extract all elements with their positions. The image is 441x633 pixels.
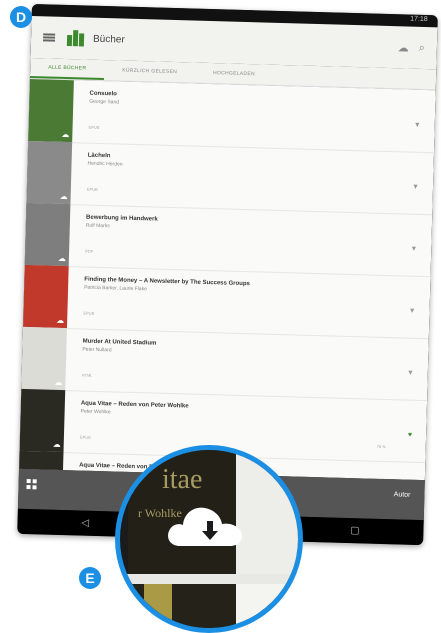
cloud-status-icon: ☁ (56, 315, 65, 326)
cloud-status-icon: ☁ (57, 253, 67, 264)
tab-uploaded[interactable]: HOCHGELADEN (195, 63, 273, 85)
back-icon[interactable]: ◁ (81, 518, 89, 529)
zoomed-cover-title: itae (162, 464, 203, 495)
book-format: PDF (85, 248, 94, 254)
book-cover[interactable]: ☁ (26, 140, 73, 205)
book-list: ☁ Consuelo George Sand EPUB ▼ ☁ Lächeln Hendric… (19, 78, 436, 481)
cloud-download-icon[interactable] (166, 504, 244, 548)
hamburger-icon[interactable] (42, 33, 56, 42)
book-cover[interactable]: ☁ (28, 78, 74, 143)
zoomed-next-cover-art (144, 584, 172, 628)
book-format: EPUB (86, 186, 98, 192)
book-author: Peter Nullard (82, 346, 112, 354)
sort-label[interactable]: Autor (394, 491, 411, 498)
zoomed-next-row-bg (236, 584, 298, 628)
grid-icon[interactable] (26, 479, 37, 490)
chevron-down-icon[interactable]: ▼ (407, 370, 414, 377)
app-title: Bücher (92, 33, 125, 46)
book-cover[interactable]: ☁ (24, 202, 71, 267)
search-icon[interactable]: ⌕ (419, 41, 426, 54)
marker-e: E (79, 567, 101, 589)
cloud-icon[interactable]: ☁ (398, 41, 409, 54)
book-cover[interactable]: ☁ (19, 388, 66, 453)
book-cover[interactable]: ☁ (22, 264, 69, 329)
book-author: Hendric Herden (87, 160, 123, 168)
cloud-status-icon: ☁ (61, 129, 70, 140)
book-title: Murder At United Stadium (82, 338, 157, 347)
tab-recently-read[interactable]: KÜRZLICH GELESEN (104, 60, 195, 83)
book-title: Consuelo (89, 90, 117, 98)
book-format: EPUB (88, 124, 100, 130)
chevron-down-icon[interactable]: ▼ (410, 246, 417, 253)
book-author: Rolf Marks (85, 222, 110, 230)
book-format: HTML (81, 372, 93, 378)
zoomed-row-bg (236, 450, 298, 574)
book-author: Peter Wohlke (80, 408, 111, 416)
book-cover[interactable]: ☁ (21, 326, 67, 391)
books-logo-icon (66, 30, 85, 47)
book-title: Lächeln (87, 152, 111, 160)
book-author: Patricia Barker, Laurie Flake (84, 284, 147, 293)
book-author: George Sand (89, 98, 120, 106)
cloud-status-icon: ☁ (52, 439, 61, 449)
status-time: 17:18 (410, 15, 428, 24)
tab-all-books[interactable]: ALLE BÜCHER (29, 57, 105, 81)
marker-d: D (10, 6, 32, 28)
chevron-down-icon[interactable]: ▼ (412, 184, 419, 191)
cloud-status-icon: ☁ (54, 377, 63, 387)
zoomed-divider (120, 574, 298, 584)
book-progress: 78 % (376, 443, 386, 450)
magnifier-zoom: itae r Wohlke (115, 445, 303, 633)
book-format: EPUB (83, 310, 95, 316)
book-format: EPUB (79, 434, 91, 440)
book-title: Bewerbung im Handwerk (85, 214, 158, 223)
favorite-heart-icon[interactable]: ♥ (408, 432, 412, 439)
chevron-down-icon[interactable]: ▼ (414, 122, 421, 129)
chevron-down-icon[interactable]: ▼ (409, 308, 416, 315)
recents-icon[interactable]: ▢ (350, 525, 360, 536)
cloud-status-icon: ☁ (59, 191, 68, 202)
